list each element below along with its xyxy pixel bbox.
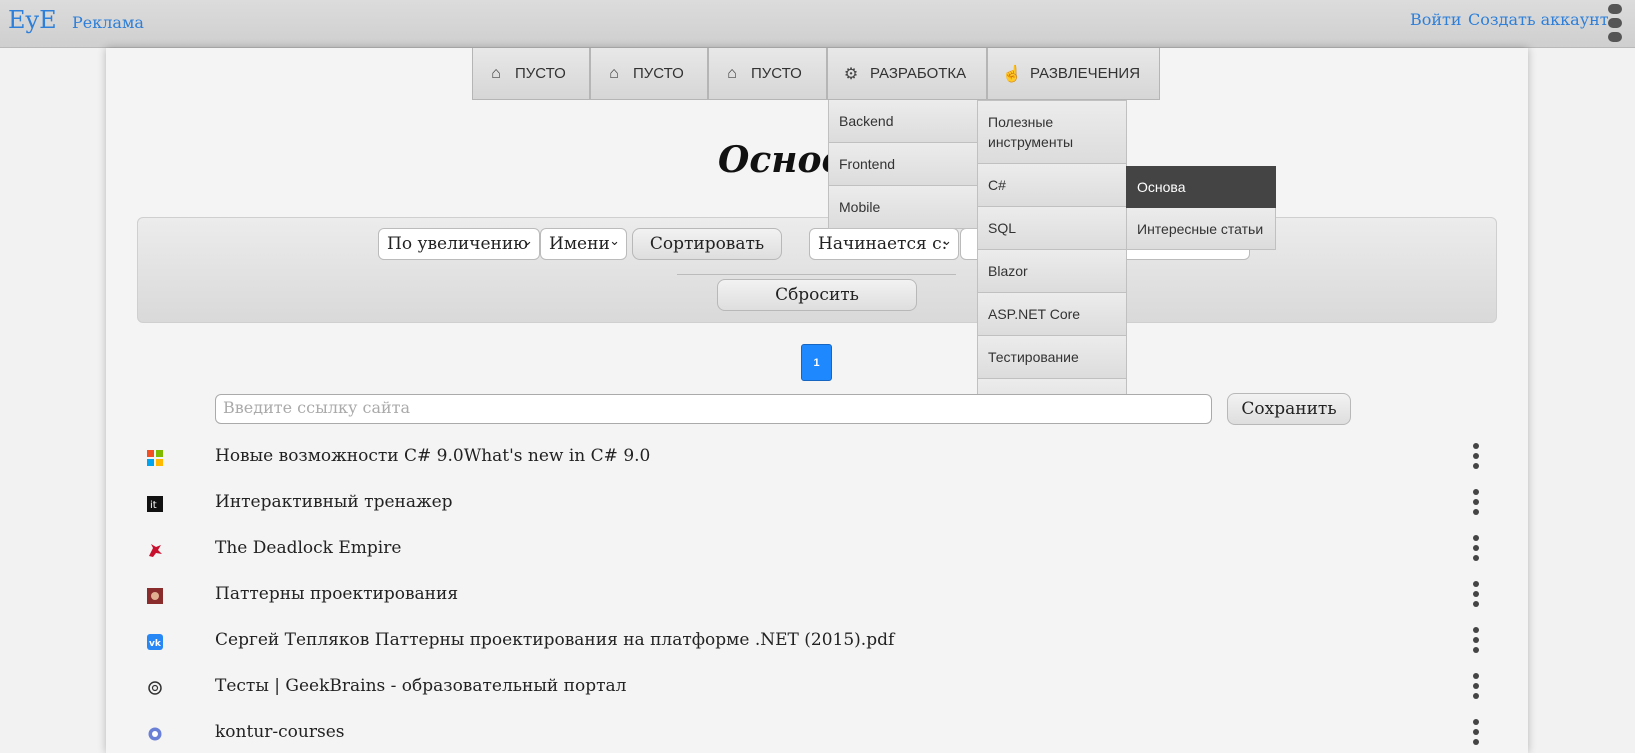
- thumbs-up-icon: ☝: [1002, 65, 1022, 83]
- list-item[interactable]: Паттерны проектирования: [0, 581, 1635, 611]
- home-icon: ⌂: [491, 64, 501, 82]
- submenu-item-aspnet[interactable]: ASP.NET Core: [977, 293, 1127, 336]
- chevron-down-icon: ⌄: [941, 234, 952, 249]
- submenu-item-tools[interactable]: Полезные инструменты: [977, 100, 1127, 164]
- nav-item-empty-2[interactable]: ⌂ ПУСТО: [590, 48, 708, 100]
- backend-submenu: Полезные инструменты C# SQL Blazor ASP.N…: [977, 100, 1127, 422]
- url-input[interactable]: Введите ссылку сайта: [215, 394, 1212, 424]
- list-item[interactable]: Новые возможности C# 9.0What's new in C#…: [0, 443, 1635, 473]
- main-nav: ⌂ ПУСТО ⌂ ПУСТО ⌂ ПУСТО ⚙ РАЗРАБОТКА ☝ РАЗВЛЕ…: [472, 48, 1160, 100]
- link-title[interactable]: Тесты | GeekBrains - образовательный пор…: [215, 676, 626, 696]
- page-button-current[interactable]: 1: [801, 344, 832, 381]
- link-title[interactable]: Интерактивный тренажер: [215, 492, 453, 512]
- submenu-item-backend[interactable]: Backend: [828, 100, 978, 143]
- order-select[interactable]: По увеличению ⌄: [378, 228, 540, 260]
- submenu-item-articles[interactable]: Интересные статьи: [1126, 208, 1276, 250]
- list-item[interactable]: kontur-courses: [0, 719, 1635, 749]
- nav-item-entertainment[interactable]: ☝ РАЗВЛЕЧЕНИЯ: [987, 48, 1160, 100]
- match-select[interactable]: Начинается с: ⌄: [809, 228, 959, 260]
- submenu-item-testing[interactable]: Тестирование: [977, 336, 1127, 379]
- list-item[interactable]: Тесты | GeekBrains - образовательный пор…: [0, 673, 1635, 703]
- nav-label: ПУСТО: [633, 65, 684, 82]
- geekbrains-icon: [148, 681, 162, 695]
- chevron-down-icon: ⌄: [522, 234, 533, 249]
- dragon-icon: [149, 544, 162, 557]
- more-vertical-icon[interactable]: [1472, 581, 1480, 611]
- kontur-icon: [148, 727, 162, 741]
- patterns-icon: [147, 588, 163, 604]
- submenu-item-mobile[interactable]: Mobile: [828, 186, 978, 229]
- login-link[interactable]: Войти: [1410, 10, 1462, 29]
- vk-icon: vk: [147, 634, 163, 650]
- ads-link[interactable]: Реклама: [72, 13, 144, 32]
- submenu-item-sql[interactable]: SQL: [977, 207, 1127, 250]
- more-vertical-icon[interactable]: [1472, 627, 1480, 657]
- link-title[interactable]: Паттерны проектирования: [215, 584, 458, 604]
- link-title[interactable]: Новые возможности C# 9.0What's new in C#…: [215, 446, 650, 466]
- more-menu-icon[interactable]: [1608, 4, 1624, 42]
- home-icon: ⌂: [609, 64, 619, 82]
- reset-button[interactable]: Сбросить: [717, 279, 917, 311]
- register-link[interactable]: Создать аккаунт: [1468, 10, 1609, 29]
- dev-submenu: Backend Frontend Mobile: [828, 100, 978, 229]
- site-logo[interactable]: EyE: [8, 6, 57, 34]
- svg-text:it: it: [150, 500, 157, 511]
- link-title[interactable]: kontur-courses: [215, 722, 344, 742]
- link-title[interactable]: The Deadlock Empire: [215, 538, 401, 558]
- order-select-value: По увеличению: [387, 234, 528, 254]
- home-icon: ⌂: [727, 64, 737, 82]
- more-vertical-icon[interactable]: [1472, 535, 1480, 565]
- link-title[interactable]: Сергей Тепляков Паттерны проектирования …: [215, 630, 894, 650]
- more-vertical-icon[interactable]: [1472, 673, 1480, 703]
- sort-button[interactable]: Сортировать: [632, 228, 782, 260]
- match-select-value: Начинается с:: [818, 234, 948, 254]
- nav-item-empty-3[interactable]: ⌂ ПУСТО: [708, 48, 827, 100]
- chevron-down-icon: ⌄: [609, 234, 620, 249]
- nav-item-empty-1[interactable]: ⌂ ПУСТО: [472, 48, 590, 100]
- filter-divider: [677, 274, 956, 275]
- list-item[interactable]: The Deadlock Empire: [0, 535, 1635, 565]
- more-vertical-icon[interactable]: [1472, 719, 1480, 749]
- microsoft-icon: [147, 450, 163, 466]
- nav-label: ПУСТО: [751, 65, 802, 82]
- gears-icon: ⚙: [843, 65, 859, 83]
- csharp-submenu: Основа Интересные статьи: [1126, 166, 1276, 250]
- list-item[interactable]: it Интерактивный тренажер: [0, 489, 1635, 519]
- submenu-item-csharp[interactable]: C#: [977, 164, 1127, 207]
- nav-label: ПУСТО: [515, 65, 566, 82]
- field-select-value: Имени: [549, 234, 610, 254]
- field-select[interactable]: Имени ⌄: [540, 228, 627, 260]
- nav-item-development[interactable]: ⚙ РАЗРАБОТКА: [827, 48, 987, 100]
- top-bar: EyE Реклама Войти Создать аккаунт: [0, 0, 1635, 48]
- it-icon: it: [147, 496, 163, 512]
- submenu-item-frontend[interactable]: Frontend: [828, 143, 978, 186]
- submenu-item-basics[interactable]: Основа: [1126, 166, 1276, 208]
- svg-text:vk: vk: [149, 639, 162, 649]
- more-vertical-icon[interactable]: [1472, 489, 1480, 519]
- save-button[interactable]: Сохранить: [1227, 393, 1351, 425]
- more-vertical-icon[interactable]: [1472, 443, 1480, 473]
- nav-label: РАЗРАБОТКА: [870, 65, 967, 82]
- nav-label: РАЗВЛЕЧЕНИЯ: [1030, 65, 1141, 82]
- submenu-item-blazor[interactable]: Blazor: [977, 250, 1127, 293]
- list-item[interactable]: vk Сергей Тепляков Паттерны проектирован…: [0, 627, 1635, 657]
